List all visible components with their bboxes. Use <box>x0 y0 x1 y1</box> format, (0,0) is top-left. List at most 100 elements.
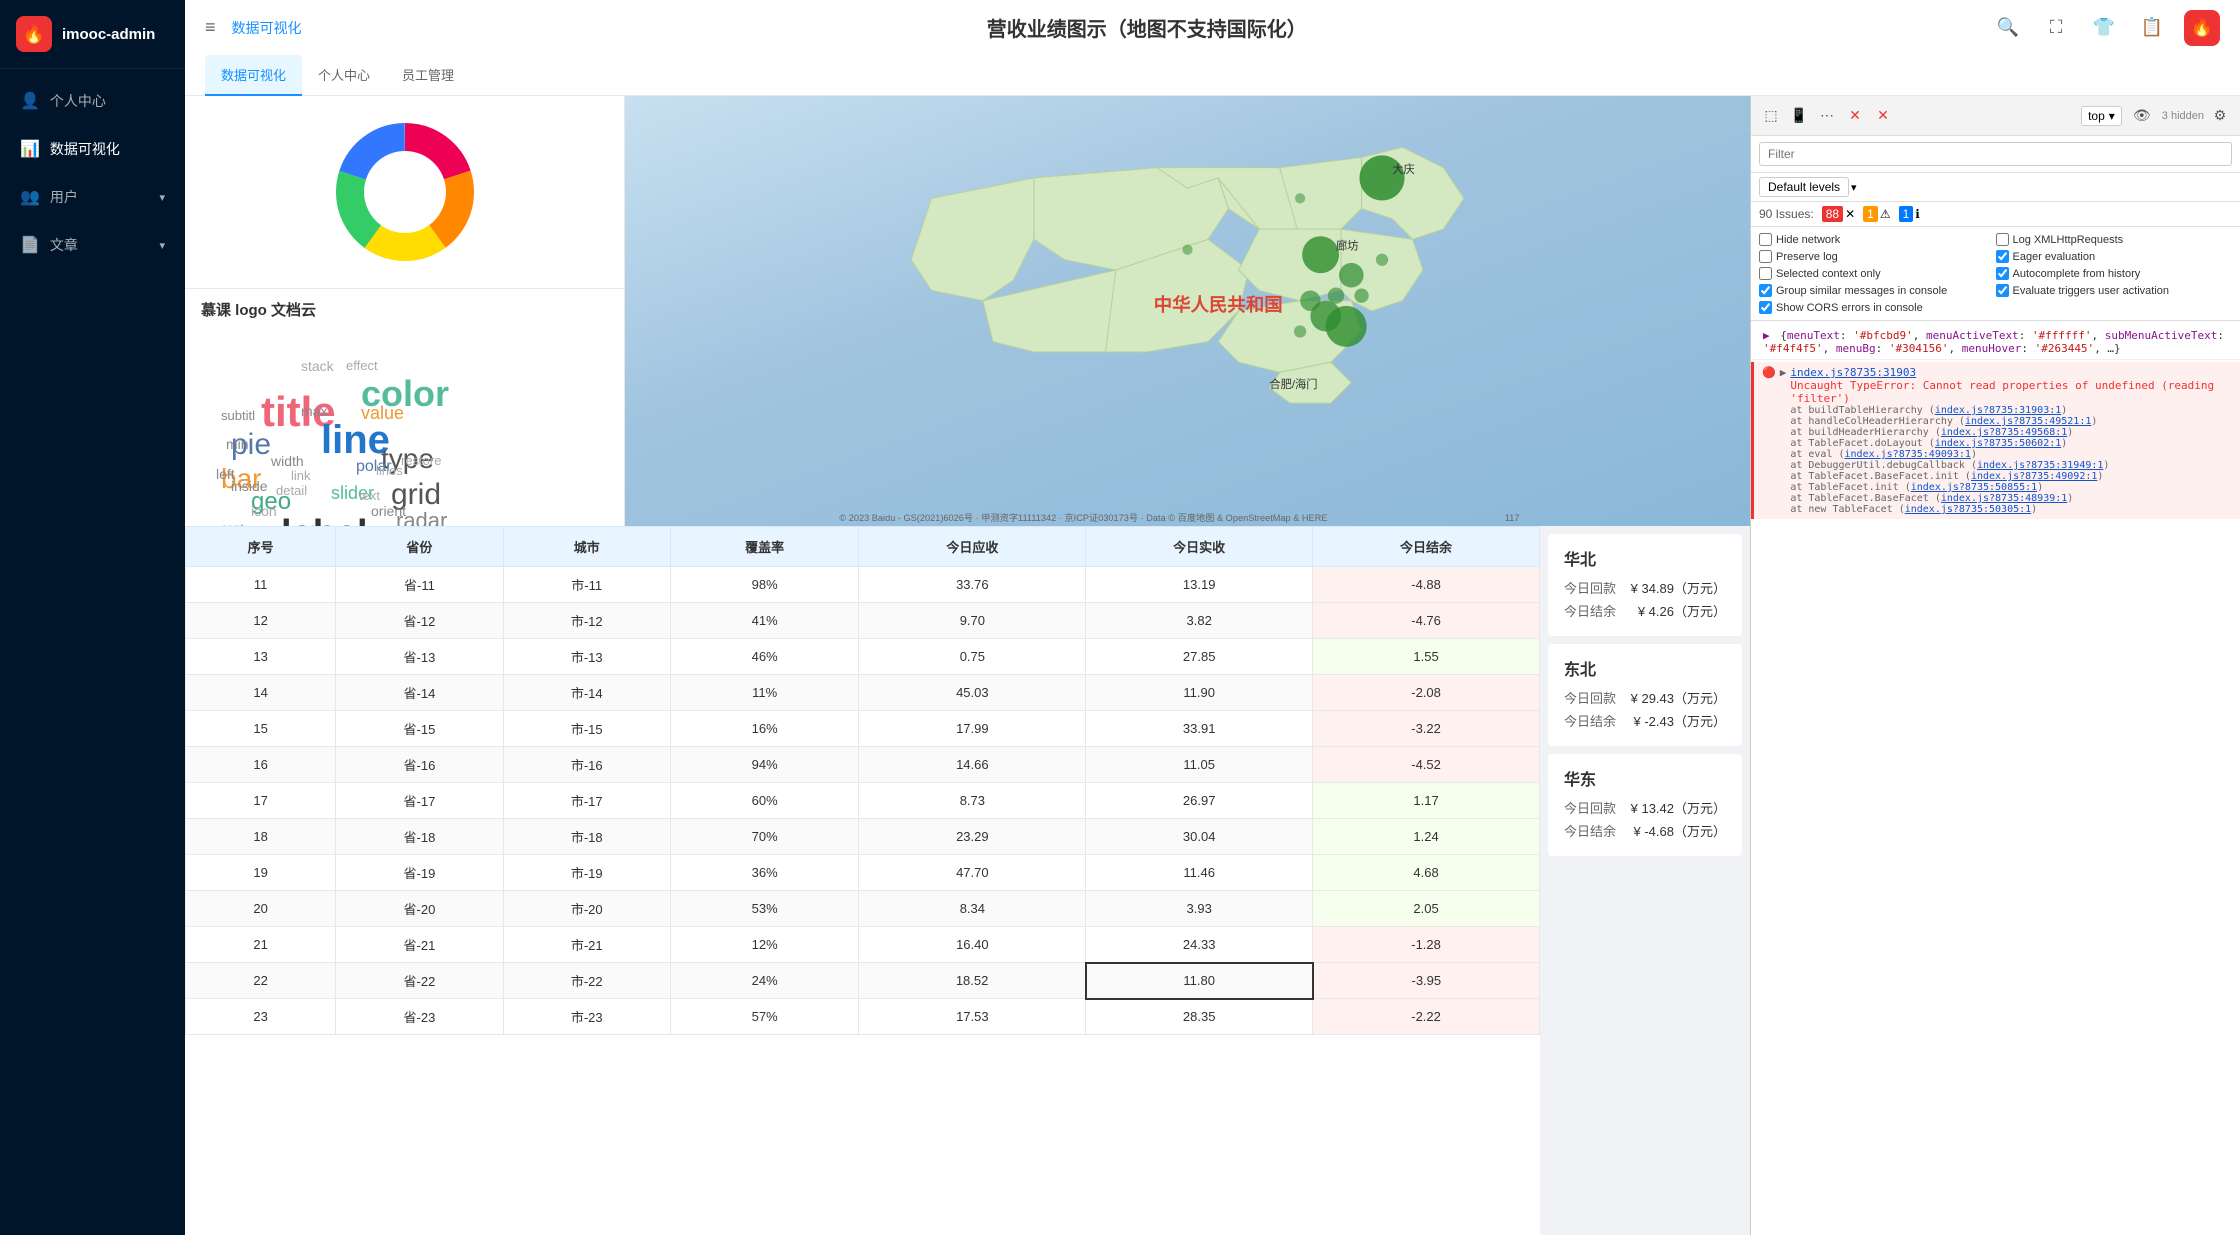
error-file-link[interactable]: index.js?8735:31903 <box>1790 366 1916 379</box>
option-autocomplete[interactable]: Autocomplete from history <box>1996 267 2233 280</box>
option-hide-network[interactable]: Hide network <box>1759 233 1996 246</box>
devtools-more-btn[interactable]: ⋯ <box>1815 104 1839 128</box>
breadcrumb[interactable]: 数据可视化 <box>232 18 302 38</box>
table-row[interactable]: 22 省-22 市-22 24% 18.52 11.80 -3.95 <box>186 963 1540 999</box>
cell-balance: -2.22 <box>1313 999 1540 1035</box>
devtools-top-selector[interactable]: top ▾ <box>2081 106 2122 126</box>
theme-button[interactable]: 👕 <box>2088 12 2120 44</box>
devtools-eye-btn[interactable]: 👁 <box>2130 104 2154 128</box>
table-row[interactable]: 18 省-18 市-18 70% 23.29 30.04 1.24 <box>186 819 1540 855</box>
option-eager-eval[interactable]: Eager evaluation <box>1996 250 2233 263</box>
word-cloud-word[interactable]: min <box>226 436 249 452</box>
table-row[interactable]: 20 省-20 市-20 53% 8.34 3.93 2.05 <box>186 891 1540 927</box>
sidebar-item-personal[interactable]: 👤 个人中心 <box>0 77 185 125</box>
eager-eval-checkbox[interactable] <box>1996 250 2009 263</box>
word-cloud-word[interactable]: lines <box>376 463 403 478</box>
chevron-down-icon: ▾ <box>159 239 165 252</box>
expand-arrow[interactable]: ▶ <box>1763 329 1770 342</box>
table-row[interactable]: 13 省-13 市-13 46% 0.75 27.85 1.55 <box>186 639 1540 675</box>
word-cloud-word[interactable]: left <box>216 466 235 482</box>
tab-personal[interactable]: 个人中心 <box>302 55 386 96</box>
main-area: ≡ 数据可视化 营收业绩图示（地图不支持国际化） 🔍 ⛶ 👕 📋 🔥 数据可视化… <box>185 0 2240 1235</box>
option-eval-triggers[interactable]: Evaluate triggers user activation <box>1996 284 2233 297</box>
word-cloud-word[interactable]: icon <box>251 503 277 519</box>
cell-coverage: 53% <box>670 891 859 927</box>
tab-staff[interactable]: 员工管理 <box>386 55 470 96</box>
table-container[interactable]: 序号 省份 城市 覆盖率 今日应收 今日实收 今日结余 11 省-11 市- <box>185 526 1540 1235</box>
sidebar-item-users[interactable]: 👥 用户 ▾ <box>0 173 185 221</box>
hide-network-checkbox[interactable] <box>1759 233 1772 246</box>
sidebar-item-articles[interactable]: 📄 文章 ▾ <box>0 221 185 269</box>
chevron-down-icon: ▾ <box>159 191 165 204</box>
table-row[interactable]: 15 省-15 市-15 16% 17.99 33.91 -3.22 <box>186 711 1540 747</box>
col-header-coverage: 覆盖率 <box>670 527 859 567</box>
default-levels-button[interactable]: Default levels <box>1759 177 1849 197</box>
table-row[interactable]: 11 省-11 市-11 98% 33.76 13.19 -4.88 <box>186 567 1540 603</box>
word-cloud-word[interactable]: subtitl <box>221 408 255 423</box>
devtools-close-btn[interactable]: ✕ <box>1871 104 1895 128</box>
col-header-should: 今日应收 <box>859 527 1086 567</box>
cell-actual: 28.35 <box>1086 999 1313 1035</box>
tab-data-viz[interactable]: 数据可视化 <box>205 55 302 96</box>
issues-blue-badge: 1 ℹ <box>1899 206 1920 222</box>
devtools-console[interactable]: ▶ {menuText: '#bfcbd9', menuActiveText: … <box>1751 321 2240 1235</box>
log-xml-checkbox[interactable] <box>1996 233 2009 246</box>
table-row[interactable]: 14 省-14 市-14 11% 45.03 11.90 -2.08 <box>186 675 1540 711</box>
cell-coverage: 41% <box>670 603 859 639</box>
word-cloud-word[interactable]: max <box>301 403 327 419</box>
cell-coverage: 57% <box>670 999 859 1035</box>
devtools-settings-btn[interactable]: ⚙ <box>2208 104 2232 128</box>
word-cloud-word[interactable]: stack <box>301 358 334 374</box>
expand-arrow[interactable]: ▶ <box>1780 366 1787 379</box>
bottom-section: 序号 省份 城市 覆盖率 今日应收 今日实收 今日结余 11 省-11 市- <box>185 526 1750 1235</box>
word-cloud-area: 慕课 logo 文档云 titlecolorpielinebartypegeog… <box>185 288 624 526</box>
devtools-device-btn[interactable]: 📱 <box>1787 104 1811 128</box>
tab-navigation: 数据可视化 个人中心 员工管理 <box>185 55 2240 96</box>
eval-triggers-checkbox[interactable] <box>1996 284 2009 297</box>
table-row[interactable]: 23 省-23 市-23 57% 17.53 28.35 -2.22 <box>186 999 1540 1035</box>
option-show-cors[interactable]: Show CORS errors in console <box>1759 301 1996 314</box>
table-row[interactable]: 17 省-17 市-17 60% 8.73 26.97 1.17 <box>186 783 1540 819</box>
table-row[interactable]: 16 省-16 市-16 94% 14.66 11.05 -4.52 <box>186 747 1540 783</box>
header-icons: 🔍 ⛶ 👕 📋 🔥 <box>1992 10 2220 46</box>
autocomplete-checkbox[interactable] <box>1996 267 2009 280</box>
show-cors-checkbox[interactable] <box>1759 301 1772 314</box>
word-cloud-word[interactable]: orient <box>371 503 406 519</box>
person-icon: 👤 <box>20 91 40 111</box>
word-cloud-word[interactable]: width <box>271 453 304 469</box>
option-selected-context[interactable]: Selected context only <box>1759 267 1996 280</box>
filter-input[interactable] <box>1759 142 2232 166</box>
cell-balance: 1.55 <box>1313 639 1540 675</box>
group-similar-checkbox[interactable] <box>1759 284 1772 297</box>
option-group-similar[interactable]: Group similar messages in console <box>1759 284 1996 297</box>
word-cloud-word[interactable]: text <box>359 488 380 503</box>
cell-province: 省-22 <box>336 963 503 999</box>
devtools-inspect-btn[interactable]: ⬚ <box>1759 104 1783 128</box>
word-cloud-word[interactable]: line <box>321 418 390 463</box>
table-row[interactable]: 19 省-19 市-19 36% 47.70 11.46 4.68 <box>186 855 1540 891</box>
table-row[interactable]: 12 省-12 市-12 41% 9.70 3.82 -4.76 <box>186 603 1540 639</box>
option-preserve-log[interactable]: Preserve log <box>1759 250 1996 263</box>
word-cloud-word[interactable]: link <box>291 468 311 483</box>
devtools-filter-row <box>1751 136 2240 173</box>
copy-button[interactable]: 📋 <box>2136 12 2168 44</box>
word-cloud-word[interactable]: value <box>361 403 404 424</box>
selected-context-checkbox[interactable] <box>1759 267 1772 280</box>
preserve-log-checkbox[interactable] <box>1759 250 1772 263</box>
sidebar-item-dataviz[interactable]: 📊 数据可视化 <box>0 125 185 173</box>
option-log-xml[interactable]: Log XMLHttpRequests <box>1996 233 2233 246</box>
search-button[interactable]: 🔍 <box>1992 12 2024 44</box>
cell-id: 23 <box>186 999 336 1035</box>
devtools-close-x-btn[interactable]: ✕ <box>1843 104 1867 128</box>
word-cloud-word[interactable]: effect <box>346 358 378 373</box>
fire-button[interactable]: 🔥 <box>2184 10 2220 46</box>
word-cloud-word[interactable]: detail <box>276 483 307 498</box>
fullscreen-button[interactable]: ⛶ <box>2040 12 2072 44</box>
table-row[interactable]: 21 省-21 市-21 12% 16.40 24.33 -1.28 <box>186 927 1540 963</box>
word-cloud-word[interactable]: inside <box>231 478 268 494</box>
word-cloud-word[interactable]: restore <box>401 453 441 468</box>
word-cloud-word[interactable]: cont <box>221 521 244 526</box>
menu-toggle-button[interactable]: ≡ <box>205 17 216 38</box>
donut-chart <box>325 112 485 272</box>
word-cloud-word[interactable]: inverse <box>311 523 353 526</box>
